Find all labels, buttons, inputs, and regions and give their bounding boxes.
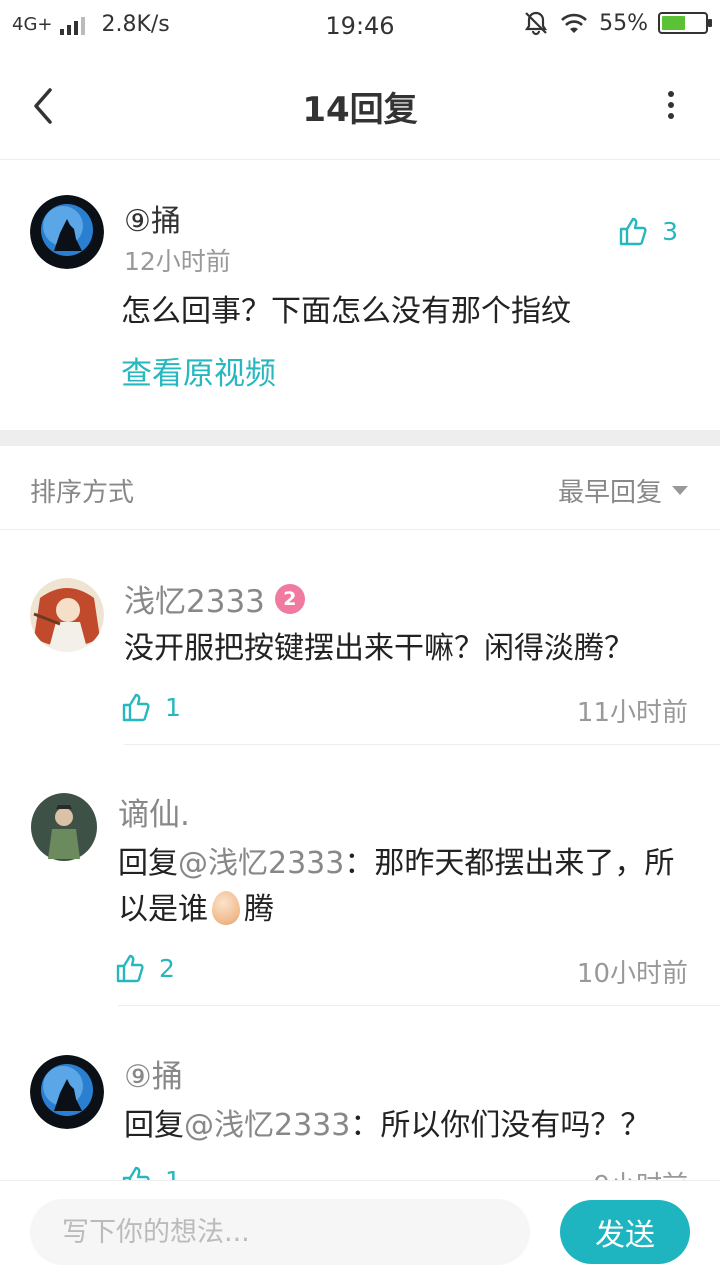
view-original-link[interactable]: 查看原视频 <box>121 348 276 393</box>
comment-text: 怎么回事？下面怎么没有那个指纹 <box>121 294 571 329</box>
status-bar: 4G+ 2.8K/s 19:46 55% <box>0 0 720 50</box>
bell-muted-icon <box>523 10 549 36</box>
reply-body-end: 腾 <box>244 892 274 927</box>
reply-author[interactable]: 浅忆2333 2 <box>124 576 305 621</box>
avatar[interactable] <box>30 1055 104 1129</box>
sort-label: 排序方式 <box>30 478 135 508</box>
reply-item: 谪仙. 回复@浅忆2333：那昨天都摆出来了，所以是谁腾 2 10小时前 <box>0 745 720 1007</box>
like-count: 2 <box>159 953 175 983</box>
reply-author[interactable]: 谪仙. <box>118 789 190 834</box>
like-button[interactable]: 1 <box>121 1165 181 1180</box>
comment-author[interactable]: ⑨捅 <box>124 196 181 240</box>
mention-link[interactable]: @浅忆2333 <box>178 846 344 881</box>
reply-item: 浅忆2333 2 没开服把按键摆出来干嘛？闲得淡腾？ 1 11小时前 <box>0 530 720 745</box>
divider <box>118 1005 720 1006</box>
sort-dropdown[interactable]: 最早回复 <box>558 472 688 509</box>
reply-body: ：所以你们没有吗？？ <box>350 1108 651 1143</box>
reply-author[interactable]: ⑨捅 <box>124 1051 183 1096</box>
thumbs-up-icon <box>115 953 145 983</box>
avatar[interactable] <box>30 578 104 652</box>
like-button[interactable]: 2 <box>115 953 175 983</box>
reply-time: 10小时前 <box>576 959 688 989</box>
composer-bar: 发送 <box>0 1180 720 1280</box>
caret-down-icon <box>672 486 688 495</box>
like-button[interactable]: 3 <box>618 216 678 246</box>
reply-prefix: 回复 <box>118 846 178 881</box>
more-icon[interactable] <box>666 90 676 120</box>
like-count: 1 <box>165 692 181 722</box>
reply-item: ⑨捅 回复@浅忆2333：所以你们没有吗？？ 1 9小时前 <box>0 1007 720 1180</box>
send-button[interactable]: 发送 <box>560 1200 690 1264</box>
mention-link[interactable]: @浅忆2333 <box>184 1108 350 1143</box>
level-badge: 2 <box>274 583 305 614</box>
reply-author-name: 浅忆2333 <box>124 584 265 620</box>
like-button[interactable]: 1 <box>121 692 181 722</box>
avatar[interactable] <box>30 793 98 865</box>
like-count: 1 <box>165 1165 181 1181</box>
sort-bar: 排序方式 最早回复 <box>0 446 720 530</box>
egg-emoji-icon <box>212 891 240 925</box>
reply-time: 11小时前 <box>576 698 688 728</box>
comment-time: 12小时前 <box>124 247 231 276</box>
main-comment: ⑨捅 12小时前 怎么回事？下面怎么没有那个指纹 查看原视频 3 <box>0 160 720 430</box>
avatar[interactable] <box>30 195 104 269</box>
battery-icon <box>658 12 712 34</box>
comment-input[interactable] <box>30 1199 530 1265</box>
reply-text: 没开服把按键摆出来干嘛？闲得淡腾？ <box>124 631 634 666</box>
top-bar: 14回复 <box>0 50 720 160</box>
like-count: 3 <box>662 216 678 246</box>
page-title: 14回复 <box>302 90 418 130</box>
sort-value: 最早回复 <box>557 478 662 508</box>
reply-text: 回复@浅忆2333：那昨天都摆出来了，所以是谁腾 <box>118 841 698 933</box>
reply-prefix: 回复 <box>124 1108 184 1143</box>
reply-time: 9小时前 <box>593 1165 688 1180</box>
reply-text: 回复@浅忆2333：所以你们没有吗？？ <box>124 1103 704 1149</box>
reply-author-name: 谪仙. <box>118 797 190 833</box>
wifi-icon <box>559 11 589 35</box>
reply-author-name: ⑨捅 <box>124 1059 183 1095</box>
thumbs-up-icon <box>618 216 648 246</box>
thumbs-up-icon <box>121 1165 151 1180</box>
thumbs-up-icon <box>121 692 151 722</box>
section-divider <box>0 430 720 446</box>
battery-percent: 55% <box>599 10 648 36</box>
